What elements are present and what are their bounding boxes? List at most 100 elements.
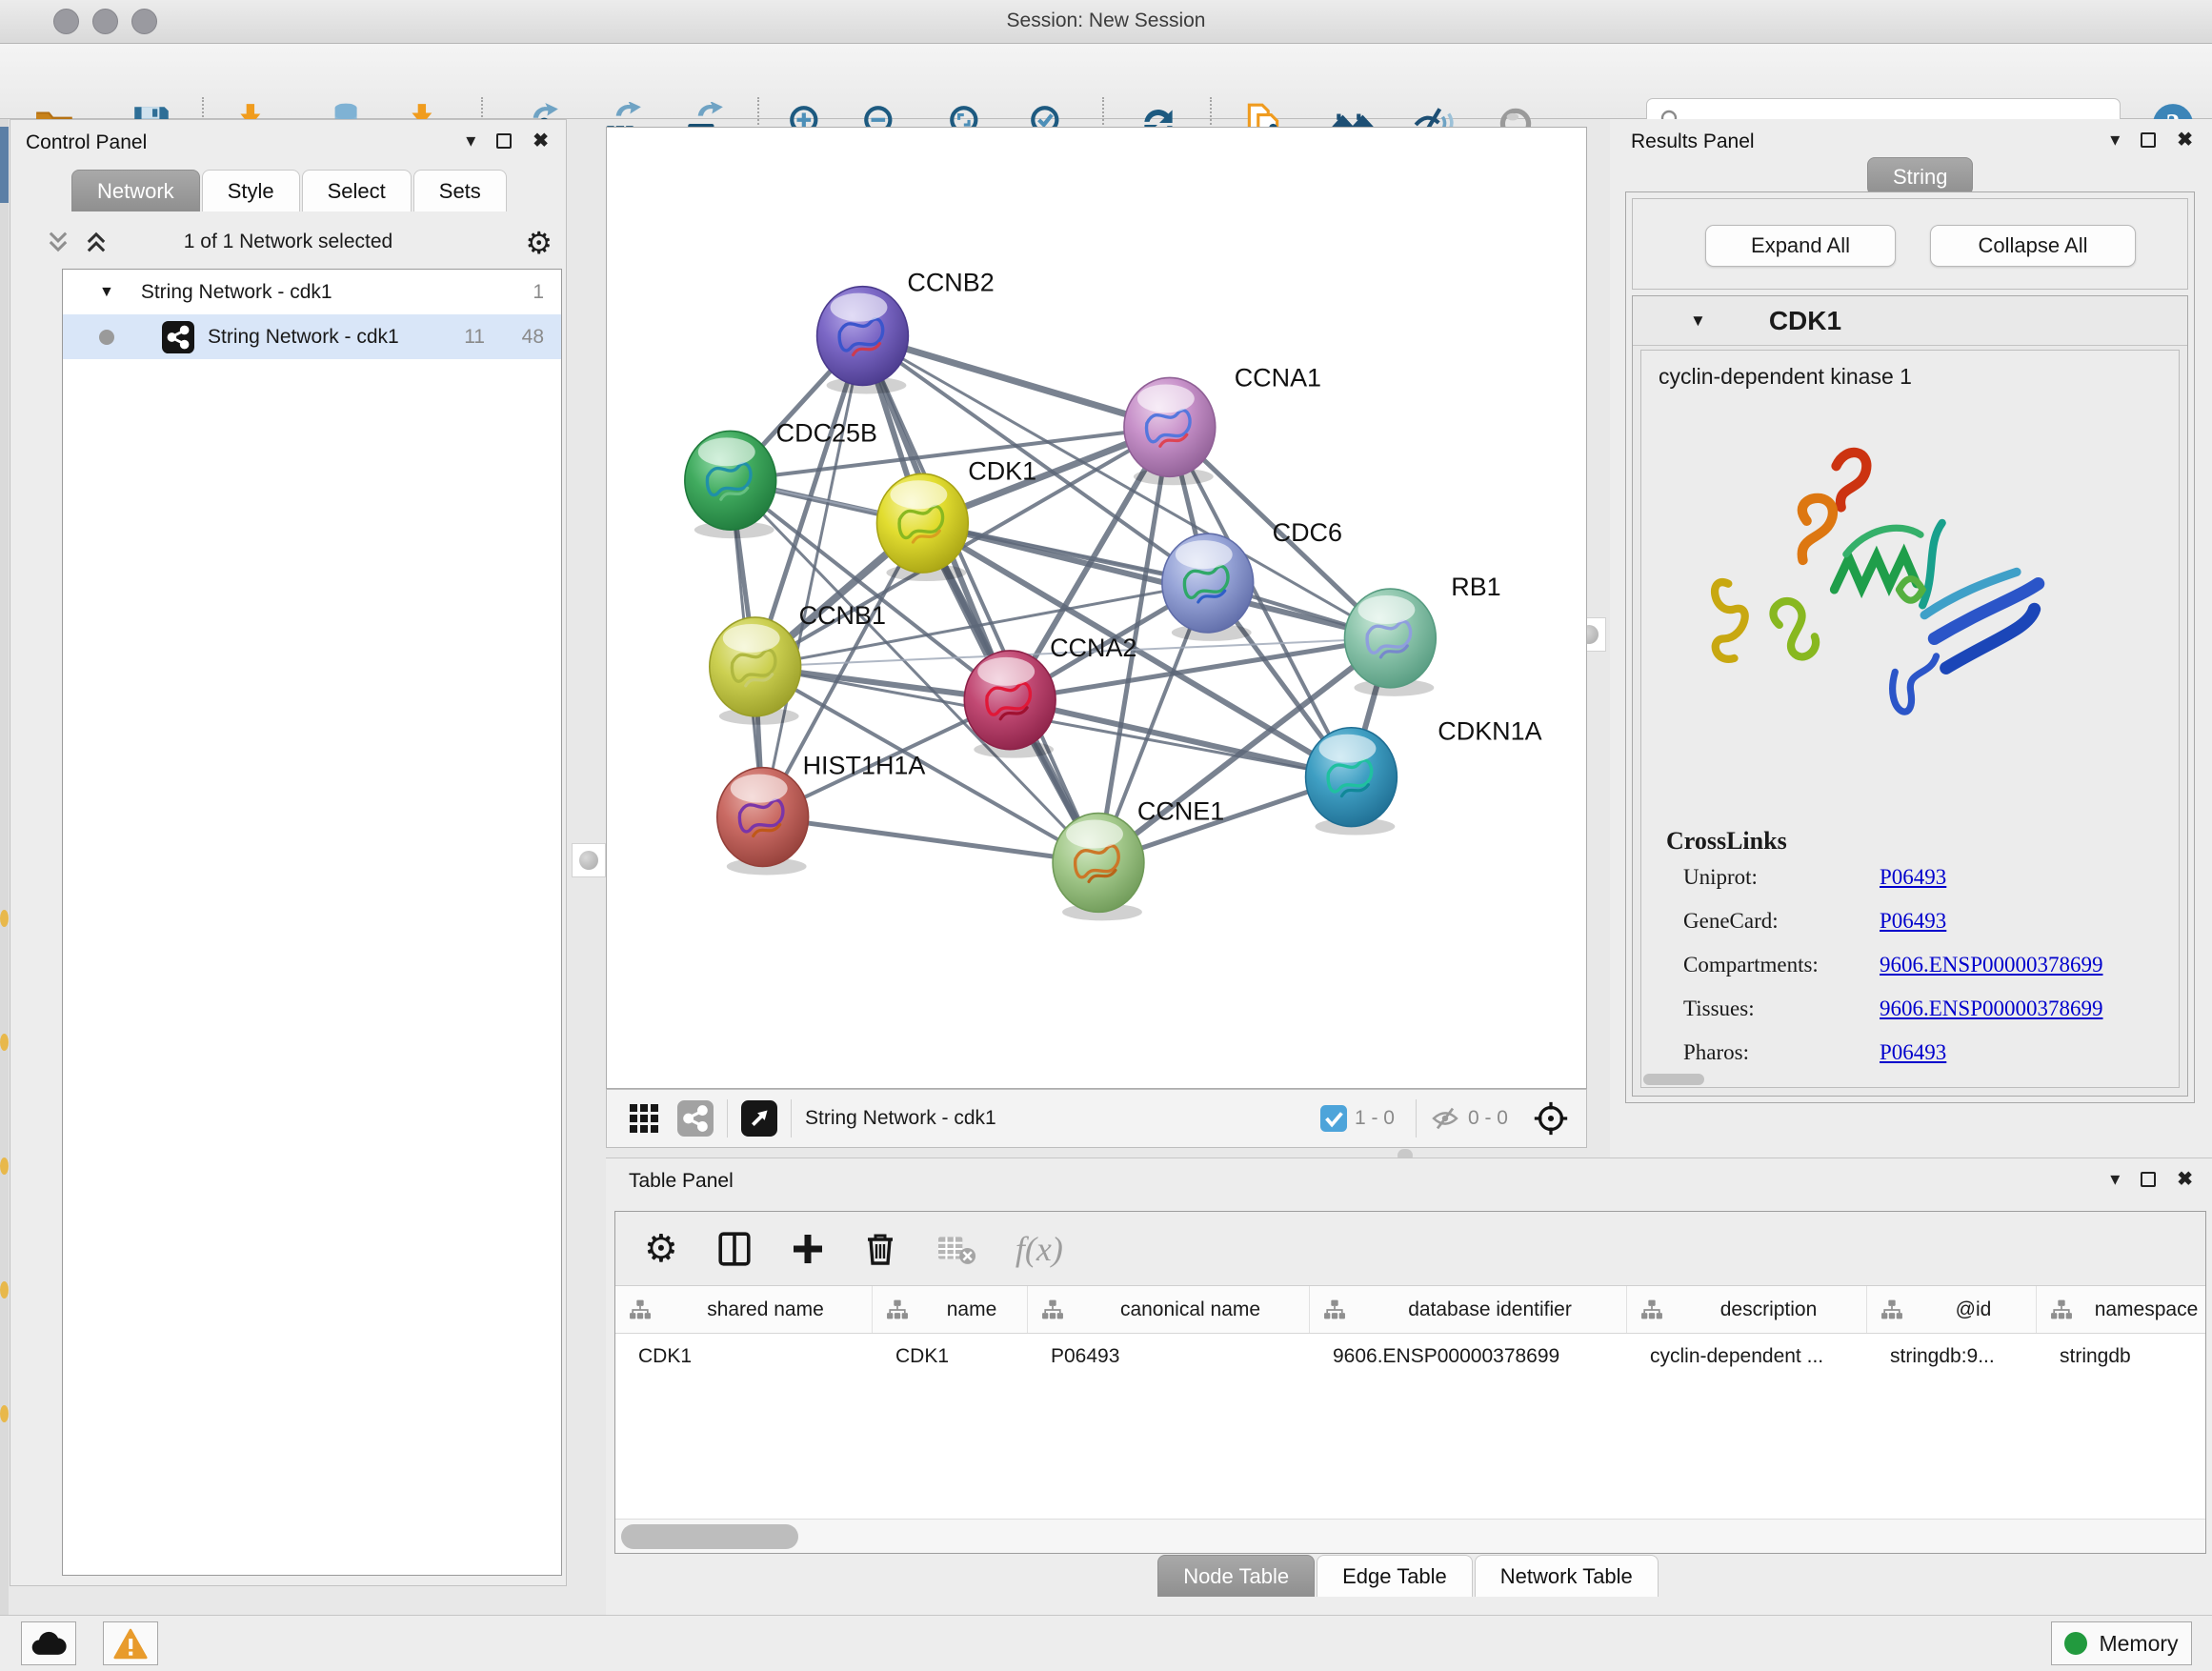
table-cell[interactable]: P06493 [1028,1334,1310,1379]
network-node-CCNA1[interactable]: CCNA1 [1124,363,1321,485]
node-label-HIST1H1A: HIST1H1A [803,752,926,780]
table-cell[interactable]: CDK1 [615,1334,873,1379]
column-header-namespace[interactable]: namespace [2037,1286,2206,1333]
network-selection-status: 1 of 1 Network selected [10,231,566,253]
network-edge[interactable] [862,336,1169,428]
results-hscrollbar[interactable] [1643,1074,1704,1085]
crosslink-value[interactable]: 9606.ENSP00000378699 [1880,953,2103,977]
panel-float-icon[interactable]: ▾ [2110,131,2120,150]
tab-edge-table[interactable]: Edge Table [1317,1555,1473,1597]
results-panel-title: Results Panel [1631,131,1755,153]
tab-style[interactable]: Style [202,170,300,211]
hidden-eye-icon [1430,1103,1460,1134]
crosslink-row: Compartments:9606.ENSP00000378699 [1641,953,2179,997]
gear-icon[interactable]: ⚙ [525,225,553,261]
crosslink-row: Pharos: P06493 [1641,1040,2179,1084]
column-header-shared-name[interactable]: shared name [615,1286,873,1333]
tab-string[interactable]: String [1867,157,1973,195]
crosslink-row: Tissues:9606.ENSP00000378699 [1641,997,2179,1040]
network-node-CDKN1A[interactable]: CDKN1A [1306,717,1542,836]
node-label-CDKN1A: CDKN1A [1438,717,1541,746]
selected-checkbox-icon[interactable] [1320,1105,1347,1132]
panel-float-icon[interactable]: ▾ [466,131,475,151]
network-edge[interactable] [763,336,863,817]
panel-float-icon[interactable]: ▾ [2110,1170,2120,1189]
delete-column-icon[interactable] [863,1232,897,1266]
network-node-HIST1H1A[interactable]: HIST1H1A [717,752,926,876]
column-header--id[interactable]: @id [1867,1286,2037,1333]
gene-name: CDK1 [1769,306,1841,336]
table-header-row: shared namenamecanonical namedatabase id… [615,1286,2205,1334]
panel-close-icon[interactable]: ✖ [2177,131,2193,150]
crosslink-row: GeneCard:P06493 [1641,909,2179,953]
cloud-button[interactable] [21,1621,76,1665]
crosslink-label: Pharos: [1683,1040,1749,1065]
column-header-canonical-name[interactable]: canonical name [1028,1286,1310,1333]
memory-button[interactable]: Memory [2051,1621,2192,1665]
warning-button[interactable] [103,1621,158,1665]
node-label-RB1: RB1 [1451,573,1500,601]
network-row-selected[interactable]: String Network - cdk1 11 48 [63,314,561,359]
table-hscrollbar-thumb[interactable] [621,1524,798,1549]
network-edge[interactable] [763,817,1098,863]
table-cell[interactable]: 9606.ENSP00000378699 [1310,1334,1627,1379]
string-network-icon [162,321,194,353]
crosslink-row: Uniprot:P06493 [1641,865,2179,909]
tab-network-table[interactable]: Network Table [1475,1555,1659,1597]
table-cell[interactable]: cyclin-dependent ... [1627,1334,1867,1379]
tree-expand-icon[interactable]: ▼ [99,284,114,301]
network-edge[interactable] [862,336,1098,863]
tab-select[interactable]: Select [302,170,412,211]
birdseye-view-icon[interactable] [741,1100,777,1137]
panel-close-icon[interactable]: ✖ [533,131,549,151]
show-columns-icon[interactable] [716,1231,753,1267]
panel-maximize-icon[interactable] [2141,132,2156,148]
function-builder-icon: f(x) [1016,1229,1063,1269]
node-count: 11 [464,326,485,349]
panel-maximize-icon[interactable] [496,133,512,149]
column-header-database-identifier[interactable]: database identifier [1310,1286,1627,1333]
network-view-panel: CCNB2CCNA1CDC25BCDK1CDC6RB1CCNB1CCNA2CDK… [606,119,1587,1148]
left-splitter-handle[interactable] [572,843,606,877]
network-node-CCNB2[interactable]: CCNB2 [817,269,995,394]
hidden-count-badge: 0 - 0 [1468,1107,1508,1130]
table-hscrollbar[interactable] [615,1519,2205,1553]
table-gear-icon[interactable]: ⚙ [644,1227,678,1271]
panel-maximize-icon[interactable] [2141,1172,2156,1187]
table-cell[interactable]: stringdb:9... [1867,1334,2037,1379]
panel-close-icon[interactable]: ✖ [2177,1170,2193,1189]
protein-structure-image [1685,427,2085,760]
network-node-RB1[interactable]: RB1 [1344,573,1500,696]
network-view-title: String Network - cdk1 [805,1107,996,1130]
crosslink-value[interactable]: 9606.ENSP00000378699 [1880,997,2103,1021]
table-cell[interactable]: stringdb [2037,1334,2206,1379]
control-panel-tabs: NetworkStyleSelectSets [71,170,509,211]
column-header-description[interactable]: description [1627,1286,1867,1333]
network-label: String Network - cdk1 [208,326,399,349]
gene-entry-panel: ▼ CDK1 cyclin-dependent kinase 1 [1632,295,2188,1097]
add-column-icon[interactable] [791,1232,825,1266]
tab-network[interactable]: Network [71,170,200,211]
string-view-icon[interactable] [677,1100,714,1137]
crosshair-icon[interactable] [1531,1098,1571,1138]
entry-collapse-icon[interactable]: ▼ [1690,312,1706,331]
crosslink-value[interactable]: P06493 [1880,909,1946,934]
main-toolbar: ? [0,44,2212,119]
column-header-name[interactable]: name [873,1286,1028,1333]
string-results-container: Expand All Collapse All ▼ CDK1 cyclin-de… [1625,191,2195,1103]
table-cell[interactable]: CDK1 [873,1334,1028,1379]
table-row[interactable]: CDK1CDK1P064939606.ENSP00000378699cyclin… [615,1334,2205,1379]
node-label-CCNB2: CCNB2 [907,269,994,297]
tab-node-table[interactable]: Node Table [1157,1555,1315,1597]
expand-all-button[interactable]: Expand All [1705,225,1896,267]
tab-sets[interactable]: Sets [413,170,507,211]
network-collection-row[interactable]: ▼ String Network - cdk1 1 [63,270,561,314]
crosslink-value[interactable]: P06493 [1880,865,1946,890]
network-status-dot [99,330,114,345]
network-canvas[interactable]: CCNB2CCNA1CDC25BCDK1CDC6RB1CCNB1CCNA2CDK… [606,127,1587,1089]
collapse-all-button[interactable]: Collapse All [1930,225,2136,267]
grid-view-icon[interactable] [628,1102,660,1135]
crosslink-value[interactable]: P06493 [1880,1040,1946,1065]
status-bar: Memory [0,1615,2212,1671]
node-label-CCNA2: CCNA2 [1050,634,1136,662]
